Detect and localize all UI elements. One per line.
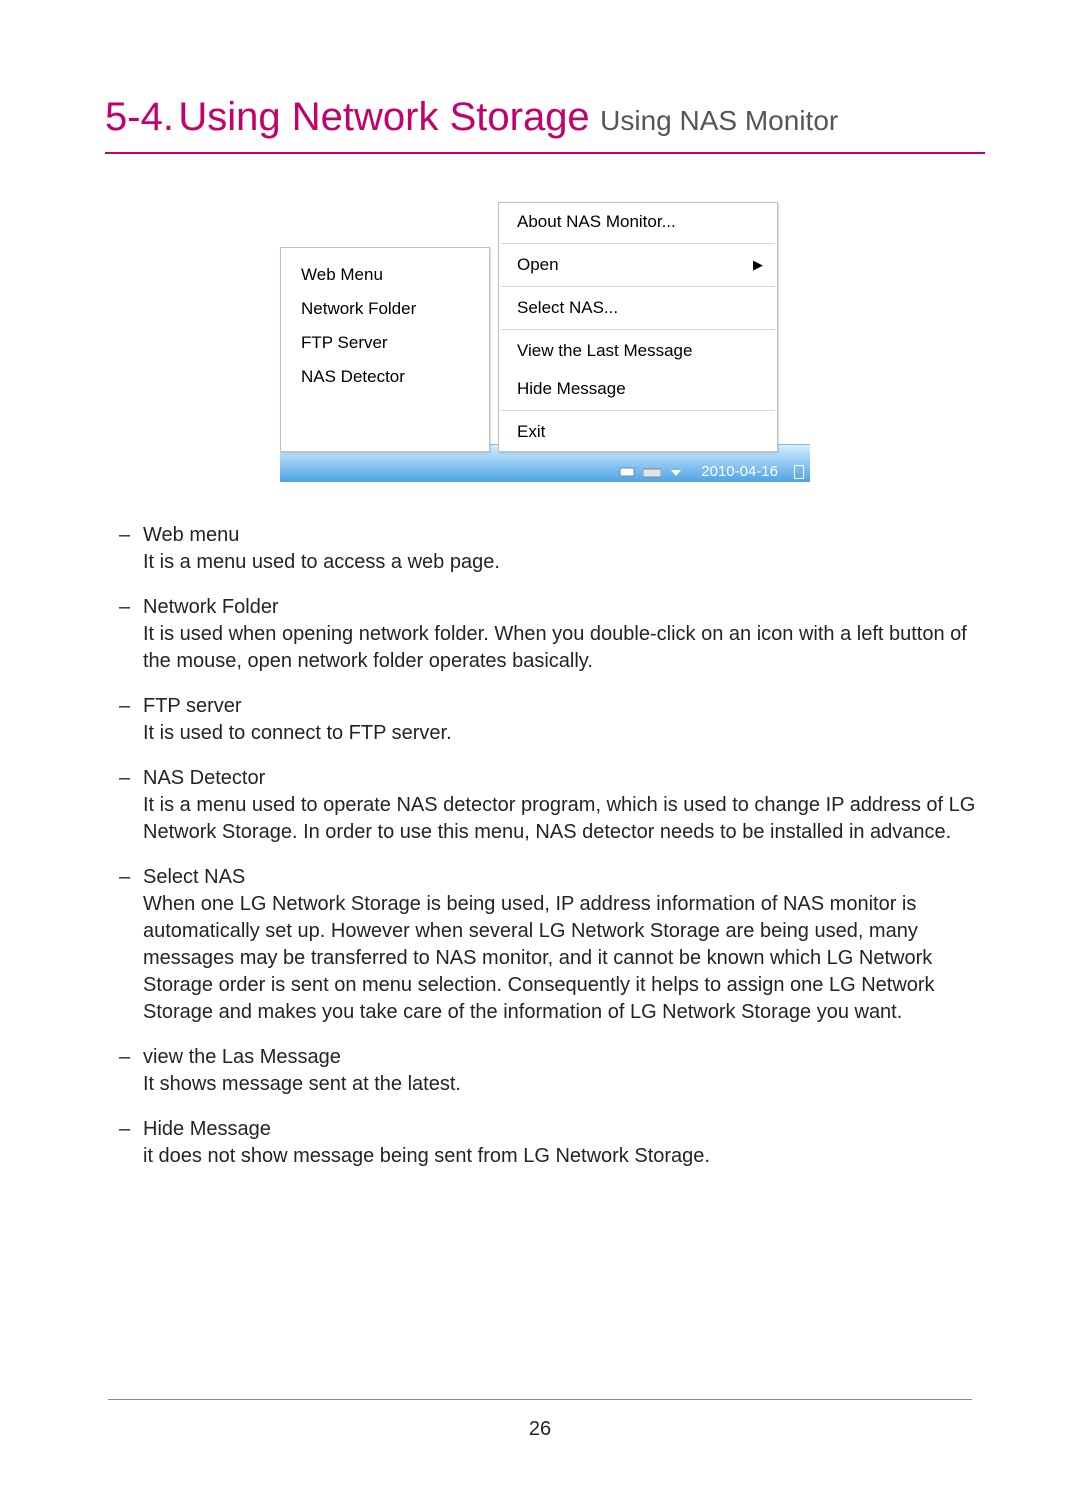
definition-term: Web menu	[143, 522, 981, 549]
definition-item: FTP server It is used to connect to FTP …	[117, 693, 981, 747]
definition-item: Select NAS When one LG Network Storage i…	[117, 864, 981, 1026]
menu-item-nas-detector[interactable]: NAS Detector	[281, 360, 489, 394]
tray-network-icon[interactable]	[619, 465, 637, 479]
definition-item: Web menu It is a menu used to access a w…	[117, 522, 981, 576]
tray-date[interactable]: 2010-04-16	[691, 463, 784, 480]
definition-desc: It shows message sent at the latest.	[143, 1071, 981, 1098]
definition-term: Select NAS	[143, 864, 981, 891]
menu-separator	[501, 286, 775, 287]
menu-item-about[interactable]: About NAS Monitor...	[499, 203, 777, 241]
menu-separator	[501, 243, 775, 244]
menu-item-view-last-message[interactable]: View the Last Message	[499, 332, 777, 370]
definition-desc: It is a menu used to access a web page.	[143, 549, 981, 576]
menu-item-label: Open	[517, 255, 559, 274]
menu-separator	[501, 329, 775, 330]
menu-item-open[interactable]: Open ▶	[499, 246, 777, 284]
definition-term: Hide Message	[143, 1116, 981, 1143]
submenu-arrow-icon: ▶	[753, 257, 763, 273]
page-heading: 5-4. Using Network Storage Using NAS Mon…	[105, 95, 985, 154]
definition-desc: it does not show message being sent from…	[143, 1143, 981, 1170]
tray-dropdown-icon[interactable]	[667, 465, 685, 479]
page-number: 26	[0, 1418, 1080, 1441]
definition-desc: It is used when opening network folder. …	[143, 621, 981, 675]
screenshot-figure: Web Menu Network Folder FTP Server NAS D…	[280, 202, 810, 482]
definition-item: view the Las Message It shows message se…	[117, 1044, 981, 1098]
system-tray: 2010-04-16	[619, 463, 804, 480]
definition-item: NAS Detector It is a menu used to operat…	[117, 765, 981, 846]
menu-item-hide-message[interactable]: Hide Message	[499, 370, 777, 408]
menu-item-ftp-server[interactable]: FTP Server	[281, 326, 489, 360]
definition-desc: It is used to connect to FTP server.	[143, 720, 981, 747]
definitions-list: Web menu It is a menu used to access a w…	[105, 522, 985, 1170]
sub-title: Using NAS Monitor	[600, 105, 838, 136]
menu-item-exit[interactable]: Exit	[499, 413, 777, 451]
tray-show-desktop[interactable]	[794, 465, 804, 479]
page-footer: 26	[0, 1399, 1080, 1441]
tray-keyboard-icon[interactable]	[643, 465, 661, 479]
definition-term: FTP server	[143, 693, 981, 720]
open-submenu: Web Menu Network Folder FTP Server NAS D…	[280, 247, 490, 452]
definition-item: Network Folder It is used when opening n…	[117, 594, 981, 675]
definition-term: view the Las Message	[143, 1044, 981, 1071]
main-title: Using Network Storage	[178, 95, 589, 139]
definition-term: NAS Detector	[143, 765, 981, 792]
menu-item-network-folder[interactable]: Network Folder	[281, 292, 489, 326]
definition-desc: When one LG Network Storage is being use…	[143, 891, 981, 1026]
definition-desc: It is a menu used to operate NAS detecto…	[143, 792, 981, 846]
menu-item-web-menu[interactable]: Web Menu	[281, 258, 489, 292]
section-number: 5-4.	[105, 95, 174, 139]
menu-item-select-nas[interactable]: Select NAS...	[499, 289, 777, 327]
definition-item: Hide Message it does not show message be…	[117, 1116, 981, 1170]
definition-term: Network Folder	[143, 594, 981, 621]
footer-rule	[108, 1399, 972, 1400]
menu-separator	[501, 410, 775, 411]
context-menu: About NAS Monitor... Open ▶ Select NAS..…	[498, 202, 778, 452]
